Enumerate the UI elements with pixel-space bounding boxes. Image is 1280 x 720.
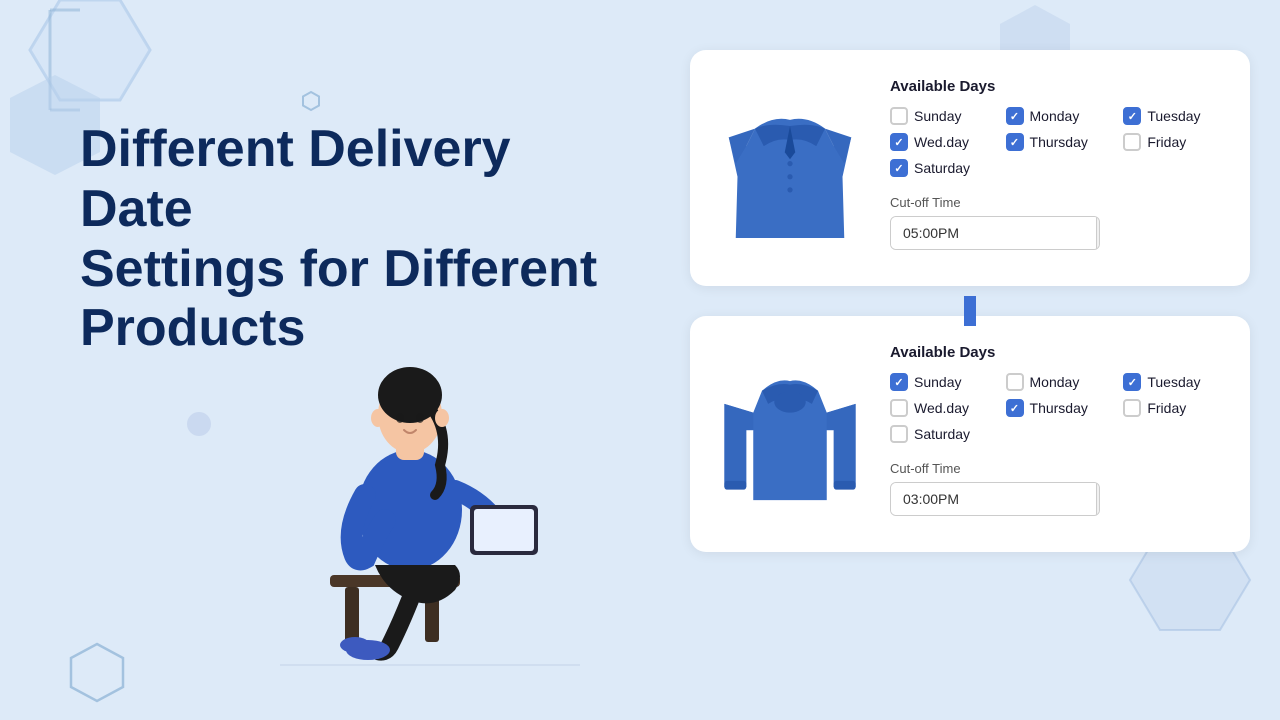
days-grid-1: Sunday Monday Tuesday Wed.day	[890, 107, 1220, 177]
product-image-1	[710, 78, 870, 258]
days-grid-2: Sunday Monday Tuesday Wed.day	[890, 373, 1220, 443]
day-label-wednesday-2: Wed.day	[914, 400, 969, 416]
day-saturday-2: Saturday	[890, 425, 990, 443]
cutoff-label-2: Cut-off Time	[890, 461, 1220, 476]
day-label-thursday-2: Thursday	[1030, 400, 1088, 416]
checkbox-thursday-2[interactable]	[1006, 399, 1024, 417]
checkbox-sunday-2[interactable]	[890, 373, 908, 391]
day-saturday-1: Saturday	[890, 159, 990, 177]
checkbox-sunday-1[interactable]	[890, 107, 908, 125]
checkbox-wednesday-2[interactable]	[890, 399, 908, 417]
product-image-2	[710, 344, 870, 524]
time-picker-button-1[interactable]	[1096, 217, 1100, 249]
checkbox-monday-2[interactable]	[1006, 373, 1024, 391]
day-label-sunday-1: Sunday	[914, 108, 961, 124]
day-label-friday-1: Friday	[1147, 134, 1186, 150]
day-label-monday-1: Monday	[1030, 108, 1080, 124]
checkbox-saturday-1[interactable]	[890, 159, 908, 177]
card-1: Available Days Sunday Monday Tuesday	[690, 50, 1250, 286]
cutoff-time-input-2[interactable]	[891, 483, 1096, 515]
day-friday-1: Friday	[1123, 133, 1220, 151]
day-friday-2: Friday	[1123, 399, 1220, 417]
day-label-sunday-2: Sunday	[914, 374, 961, 390]
left-panel: Different Delivery Date Settings for Dif…	[0, 0, 650, 720]
day-label-tuesday-1: Tuesday	[1147, 108, 1200, 124]
connector-bar	[964, 296, 976, 326]
connector	[690, 296, 1250, 326]
title-line2: Settings for Different	[80, 240, 597, 298]
checkbox-wednesday-1[interactable]	[890, 133, 908, 151]
day-label-wednesday-1: Wed.day	[914, 134, 969, 150]
day-thursday-1: Thursday	[1006, 133, 1108, 151]
time-input-wrap-1	[890, 216, 1100, 250]
available-days-label-1: Available Days	[890, 78, 1220, 95]
title-line1: Different Delivery Date	[80, 120, 511, 238]
day-label-saturday-2: Saturday	[914, 426, 970, 442]
checkbox-thursday-1[interactable]	[1006, 133, 1024, 151]
day-sunday-1: Sunday	[890, 107, 990, 125]
checkbox-tuesday-1[interactable]	[1123, 107, 1141, 125]
checkbox-friday-1[interactable]	[1123, 133, 1141, 151]
day-thursday-2: Thursday	[1006, 399, 1108, 417]
right-panel: Available Days Sunday Monday Tuesday	[690, 50, 1250, 572]
polo-shirt-svg	[720, 84, 860, 252]
day-label-tuesday-2: Tuesday	[1147, 374, 1200, 390]
time-input-wrap-2	[890, 482, 1100, 516]
card-1-content: Available Days Sunday Monday Tuesday	[890, 78, 1220, 250]
day-monday-1: Monday	[1006, 107, 1108, 125]
card-2: Available Days Sunday Monday Tuesday	[690, 316, 1250, 552]
checkbox-friday-2[interactable]	[1123, 399, 1141, 417]
checkbox-saturday-2[interactable]	[890, 425, 908, 443]
card-2-content: Available Days Sunday Monday Tuesday	[890, 344, 1220, 516]
person-svg	[200, 290, 580, 670]
person-illustration	[200, 290, 580, 670]
day-label-thursday-1: Thursday	[1030, 134, 1088, 150]
cutoff-section-2: Cut-off Time	[890, 461, 1220, 516]
day-label-friday-2: Friday	[1147, 400, 1186, 416]
checkbox-tuesday-2[interactable]	[1123, 373, 1141, 391]
cutoff-label-1: Cut-off Time	[890, 195, 1220, 210]
cutoff-section-1: Cut-off Time	[890, 195, 1220, 250]
day-wednesday-2: Wed.day	[890, 399, 990, 417]
day-label-monday-2: Monday	[1030, 374, 1080, 390]
longsleeve-shirt-svg	[720, 347, 860, 522]
checkbox-monday-1[interactable]	[1006, 107, 1024, 125]
day-tuesday-2: Tuesday	[1123, 373, 1220, 391]
day-monday-2: Monday	[1006, 373, 1108, 391]
time-picker-button-2[interactable]	[1096, 483, 1100, 515]
available-days-label-2: Available Days	[890, 344, 1220, 361]
day-wednesday-1: Wed.day	[890, 133, 990, 151]
day-tuesday-1: Tuesday	[1123, 107, 1220, 125]
day-sunday-2: Sunday	[890, 373, 990, 391]
cutoff-time-input-1[interactable]	[891, 217, 1096, 249]
day-label-saturday-1: Saturday	[914, 160, 970, 176]
